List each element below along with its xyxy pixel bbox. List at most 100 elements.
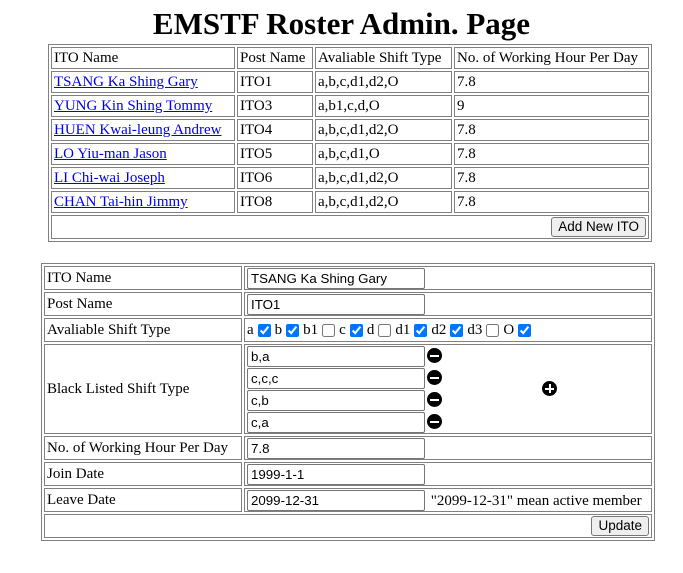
roster-header-row: ITO Name Post Name Avaliable Shift Type … [51, 47, 649, 69]
hours-cell: 7.8 [454, 119, 649, 141]
shift-checkbox-b[interactable] [286, 323, 300, 337]
table-row: CHAN Tai-hin Jimmy ITO8 a,b,c,d1,d2,O 7.… [51, 191, 649, 213]
shift-checkbox-d[interactable] [378, 323, 392, 337]
minus-circle-icon[interactable] [427, 348, 442, 363]
black-listed-label: Black Listed Shift Type [44, 344, 242, 434]
shift-option: d [367, 321, 396, 339]
post-cell: ITO5 [237, 143, 313, 165]
shift-cell: a,b,c,d1,d2,O [315, 119, 452, 141]
header-hours: No. of Working Hour Per Day [454, 47, 649, 69]
shift-type-label: Avaliable Shift Type [44, 318, 242, 342]
shift-checkbox-c[interactable] [349, 323, 363, 337]
shift-option-label: c [339, 322, 346, 338]
shift-checkbox-b1[interactable] [322, 323, 336, 337]
join-date-label: Join Date [44, 462, 242, 486]
black-listed-item [247, 346, 425, 367]
shift-option-label: b [274, 322, 283, 338]
table-row: LI Chi-wai Joseph ITO6 a,b,c,d1,d2,O 7.8 [51, 167, 649, 189]
shift-cell: a,b,c,d1,d2,O [315, 167, 452, 189]
post-name-input[interactable] [247, 293, 425, 315]
table-row: HUEN Kwai-leung Andrew ITO4 a,b,c,d1,d2,… [51, 119, 649, 141]
post-name-label: Post Name [44, 292, 242, 316]
form-row-post-name: Post Name [44, 292, 652, 316]
header-shift-type: Avaliable Shift Type [315, 47, 452, 69]
shift-option: b [275, 321, 304, 339]
shift-checkbox-d1[interactable] [414, 323, 428, 337]
table-row: YUNG Kin Shing Tommy ITO3 a,b1,c,d,O 9 [51, 95, 649, 117]
shift-option: d3 [467, 321, 503, 339]
black-listed-input[interactable] [247, 412, 425, 433]
form-row-actions: Update [44, 514, 652, 538]
form-row-black-listed: Black Listed Shift Type [44, 344, 652, 434]
shift-option-label: b1 [303, 322, 319, 338]
hours-cell: 9 [454, 95, 649, 117]
table-row: TSANG Ka Shing Gary ITO1 a,b,c,d1,d2,O 7… [51, 71, 649, 93]
hours-cell: 7.8 [454, 143, 649, 165]
form-row-join-date: Join Date [44, 462, 652, 486]
shift-checkbox-O[interactable] [518, 323, 532, 337]
black-listed-item [247, 390, 425, 411]
ito-name-link[interactable]: LI Chi-wai Joseph [54, 170, 165, 186]
form-row-shift-type: Avaliable Shift Type a b b1 c d d1 d2 d3 O [44, 318, 652, 342]
black-listed-input[interactable] [247, 346, 425, 367]
shift-option-label: d2 [431, 322, 447, 338]
hours-input[interactable] [247, 437, 425, 459]
table-row: LO Yiu-man Jason ITO5 a,b,c,d1,O 7.8 [51, 143, 649, 165]
ito-name-link[interactable]: HUEN Kwai-leung Andrew [54, 122, 221, 138]
shift-checkbox-a[interactable] [257, 323, 271, 337]
header-post-name: Post Name [237, 47, 313, 69]
post-cell: ITO1 [237, 71, 313, 93]
plus-circle-icon[interactable] [542, 381, 557, 396]
hours-label: No. of Working Hour Per Day [44, 436, 242, 460]
black-listed-item [247, 368, 425, 389]
ito-name-link[interactable]: YUNG Kin Shing Tommy [54, 98, 212, 114]
roster-table: ITO Name Post Name Avaliable Shift Type … [48, 44, 652, 242]
shift-cell: a,b,c,d1,d2,O [315, 191, 452, 213]
shift-checkbox-d3[interactable] [486, 323, 500, 337]
header-ito-name: ITO Name [51, 47, 235, 69]
ito-name-link[interactable]: LO Yiu-man Jason [54, 146, 167, 162]
black-listed-input[interactable] [247, 368, 425, 389]
hours-cell: 7.8 [454, 167, 649, 189]
shift-option-label: d3 [467, 322, 483, 338]
hours-cell: 7.8 [454, 71, 649, 93]
roster-footer-row: Add New ITO [51, 215, 649, 239]
shift-option: d1 [395, 321, 431, 339]
shift-option-label: a [247, 322, 254, 338]
minus-circle-icon[interactable] [427, 392, 442, 407]
black-listed-list [247, 345, 649, 433]
ito-editor-form: ITO Name Post Name Avaliable Shift Type … [41, 263, 655, 541]
form-row-ito-name: ITO Name [44, 266, 652, 290]
ito-name-input[interactable] [247, 267, 425, 289]
shift-type-options: a b b1 c d d1 d2 d3 O [244, 318, 652, 342]
shift-checkbox-d2[interactable] [450, 323, 464, 337]
shift-option: c [339, 321, 367, 339]
ito-name-link[interactable]: TSANG Ka Shing Gary [54, 74, 198, 90]
shift-option-label: O [503, 322, 515, 338]
leave-date-note: "2099-12-31" mean active member [430, 492, 642, 509]
leave-date-input[interactable] [247, 489, 425, 511]
post-cell: ITO6 [237, 167, 313, 189]
ito-name-link[interactable]: CHAN Tai-hin Jimmy [54, 194, 188, 210]
post-cell: ITO3 [237, 95, 313, 117]
shift-option: a [247, 321, 275, 339]
black-listed-input[interactable] [247, 390, 425, 411]
shift-cell: a,b,c,d1,d2,O [315, 71, 452, 93]
ito-name-label: ITO Name [44, 266, 242, 290]
shift-option-label: d1 [395, 322, 411, 338]
shift-option: O [503, 321, 535, 339]
black-listed-item [247, 412, 425, 433]
hours-cell: 7.8 [454, 191, 649, 213]
form-row-leave-date: Leave Date "2099-12-31" mean active memb… [44, 488, 652, 512]
add-new-ito-button[interactable]: Add New ITO [551, 217, 646, 237]
join-date-input[interactable] [247, 463, 425, 485]
shift-option: d2 [431, 321, 467, 339]
post-cell: ITO8 [237, 191, 313, 213]
form-row-hours: No. of Working Hour Per Day [44, 436, 652, 460]
update-button[interactable]: Update [591, 516, 649, 536]
post-cell: ITO4 [237, 119, 313, 141]
minus-circle-icon[interactable] [427, 370, 442, 385]
page-title: EMSTF Roster Admin. Page [152, 6, 531, 41]
minus-circle-icon[interactable] [427, 414, 442, 429]
shift-option: b1 [303, 321, 339, 339]
